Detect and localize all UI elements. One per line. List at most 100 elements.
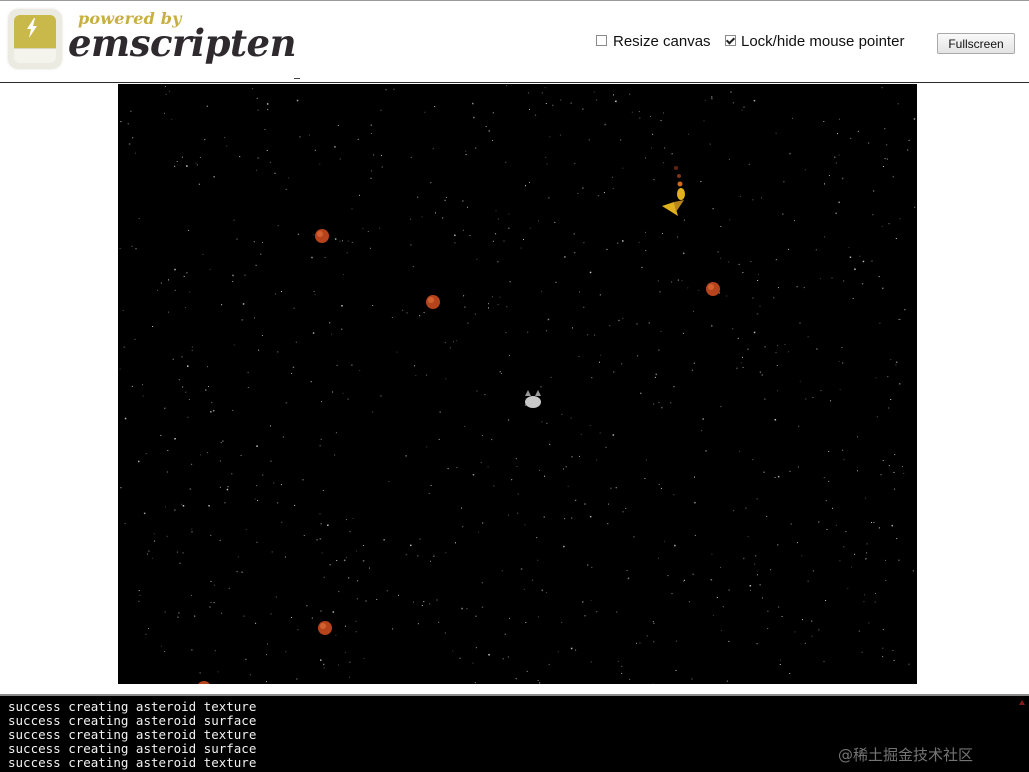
star: [410, 544, 412, 547]
star: [819, 278, 821, 280]
star: [677, 236, 678, 238]
star: [759, 371, 761, 373]
game-canvas[interactable]: [118, 84, 917, 684]
resize-canvas-checkbox[interactable]: [596, 35, 607, 46]
star: [196, 164, 198, 166]
star: [523, 239, 524, 240]
star: [838, 201, 840, 204]
star: [240, 455, 242, 456]
star: [895, 364, 897, 366]
star: [462, 200, 464, 202]
star: [444, 342, 446, 344]
star: [571, 517, 573, 519]
star: [508, 514, 509, 516]
star: [914, 206, 916, 208]
star: [426, 374, 428, 376]
star: [717, 251, 719, 253]
star: [210, 580, 212, 582]
star: [537, 616, 539, 618]
star: [255, 169, 257, 171]
resize-canvas-label[interactable]: Resize canvas: [613, 33, 711, 50]
star: [119, 248, 121, 250]
star: [220, 442, 222, 444]
lock-pointer-label[interactable]: Lock/hide mouse pointer: [741, 33, 904, 50]
star: [436, 599, 438, 601]
star: [221, 304, 223, 306]
star: [188, 399, 190, 400]
star: [741, 109, 743, 111]
header-bar: powered by emscripten Resize canvas Lock…: [0, 0, 1029, 83]
star: [481, 606, 484, 608]
star: [858, 630, 860, 632]
star: [475, 647, 477, 649]
star: [476, 390, 478, 392]
star: [495, 210, 497, 212]
star: [626, 570, 628, 571]
star: [207, 366, 208, 368]
star: [838, 360, 840, 362]
star: [373, 154, 375, 156]
lock-pointer-checkbox[interactable]: [725, 35, 736, 46]
star: [517, 493, 519, 495]
star: [787, 248, 789, 250]
star: [895, 361, 898, 363]
star: [508, 419, 510, 421]
star: [575, 649, 577, 651]
star: [324, 257, 326, 258]
star: [207, 452, 209, 454]
star: [898, 383, 901, 385]
brand-name: emscripten: [68, 21, 297, 65]
star: [761, 374, 763, 376]
star: [475, 615, 477, 617]
star: [393, 88, 395, 90]
star: [256, 97, 258, 99]
star: [523, 588, 525, 590]
star: [764, 346, 766, 348]
star: [372, 411, 374, 413]
star: [267, 109, 269, 111]
star: [742, 272, 744, 274]
star: [658, 484, 660, 485]
star: [359, 194, 360, 196]
star: [633, 536, 635, 538]
star: [622, 167, 624, 169]
star: [777, 345, 778, 347]
fullscreen-button[interactable]: Fullscreen: [937, 33, 1015, 54]
star: [474, 313, 476, 315]
star: [465, 154, 467, 156]
star: [284, 556, 286, 558]
star: [854, 553, 856, 555]
star: [573, 233, 575, 235]
star: [311, 617, 313, 619]
star: [267, 643, 268, 645]
star: [313, 234, 315, 236]
star: [261, 335, 263, 336]
star: [596, 459, 598, 461]
star: [895, 238, 897, 239]
divider: [294, 78, 300, 79]
star: [653, 179, 655, 181]
star: [597, 195, 599, 197]
star: [509, 281, 511, 283]
star: [659, 291, 661, 293]
star: [865, 558, 867, 560]
star: [796, 286, 798, 288]
star: [804, 169, 806, 171]
star: [548, 663, 550, 665]
star: [320, 659, 322, 661]
star: [754, 563, 756, 565]
star: [654, 376, 656, 378]
star: [147, 553, 148, 555]
star: [456, 467, 458, 469]
star: [410, 156, 412, 158]
emscripten-logo[interactable]: powered by emscripten: [0, 1, 300, 81]
star: [750, 261, 752, 263]
star: [698, 290, 700, 291]
star: [582, 187, 584, 189]
star: [211, 402, 213, 404]
star: [709, 143, 711, 145]
scroll-up-icon[interactable]: [1019, 700, 1025, 705]
star: [388, 481, 390, 482]
star: [593, 91, 595, 93]
star: [198, 183, 200, 185]
